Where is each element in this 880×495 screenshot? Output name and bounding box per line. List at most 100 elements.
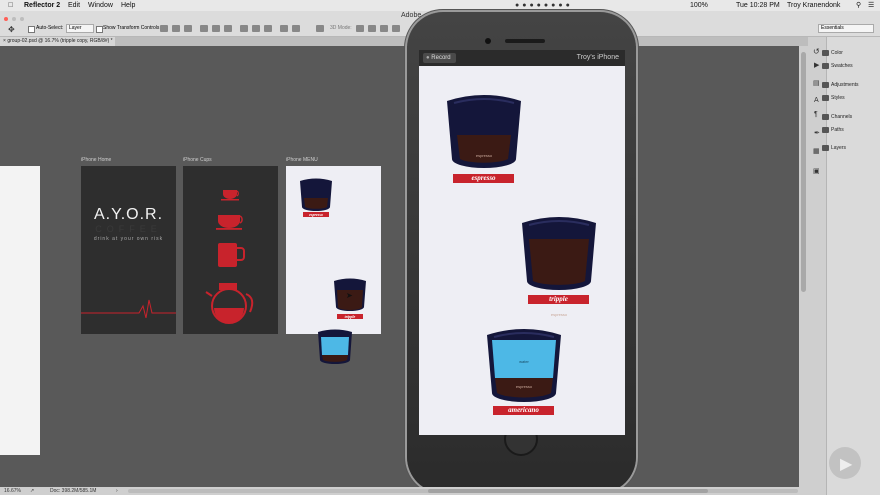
panel-paths[interactable]: Paths [831, 127, 844, 133]
distribute-right-icon[interactable] [292, 25, 300, 32]
auto-select-checkbox[interactable] [28, 26, 35, 33]
zoom-level[interactable]: 16.67% [4, 487, 21, 495]
mini-tripple-label[interactable]: tripple [337, 314, 363, 319]
artboard-label-cups[interactable]: iPhone Cups [183, 157, 212, 163]
menu-edit[interactable]: Edit [68, 0, 80, 11]
right-panel-dock: ↺ ▶ ▤ A ¶ ✒ ▦ ▣ Color Swatches Adjustmen… [808, 37, 880, 495]
brush-icon[interactable]: ✒ [814, 129, 820, 137]
adjustments-icon[interactable] [822, 82, 829, 88]
styles-icon[interactable] [822, 95, 829, 101]
layers-icon[interactable] [822, 145, 829, 151]
play-overlay-button[interactable]: ▶ [829, 447, 861, 479]
heartbeat-line-icon [81, 299, 176, 318]
status-icons[interactable]: ●●●●●●●● [515, 0, 573, 11]
user-name[interactable]: Troy Kranendonk [787, 0, 840, 11]
paths-icon[interactable] [822, 127, 829, 133]
3d-pan-icon[interactable] [380, 25, 388, 32]
artboard-home[interactable]: A.Y.O.R. COFFEE drink at your own risk [81, 166, 176, 334]
mini-americano-cup-icon [318, 329, 352, 364]
status-share-icon[interactable]: ↗ [30, 487, 34, 495]
panel-swatches[interactable]: Swatches [831, 63, 853, 69]
panel-adjustments[interactable]: Adjustments [831, 82, 859, 88]
color-icon[interactable] [822, 50, 829, 56]
brand-word: COFFEE [95, 224, 162, 234]
menu-window[interactable]: Window [88, 0, 113, 11]
front-camera-icon [485, 38, 491, 44]
artboard-label-menu[interactable]: iPhone MENU [286, 157, 318, 163]
character-icon[interactable]: A [814, 97, 819, 104]
canvas-horizontal-scrollbar[interactable] [128, 489, 798, 493]
properties-icon[interactable]: ▤ [813, 79, 820, 87]
doc-tab-close-icon[interactable]: × [3, 38, 6, 44]
search-icon[interactable]: ⚲ [856, 0, 861, 11]
distribute-left-icon[interactable] [280, 25, 288, 32]
swatches-icon[interactable] [822, 63, 829, 69]
workspace-select[interactable]: Essentials [818, 24, 874, 33]
artboard-menu[interactable]: espresso tripple ➤ [286, 166, 381, 334]
panel-layers[interactable]: Layers [831, 145, 846, 151]
mini-espresso-label[interactable]: espresso [303, 212, 329, 217]
clock[interactable]: Tue 10:28 PM [736, 0, 780, 11]
doc-tab[interactable]: × group-02.psd @ 16.7% (tripple copy, RG… [0, 37, 115, 46]
3d-roll-icon[interactable] [368, 25, 376, 32]
panel-color[interactable]: Color [831, 50, 843, 56]
distribute-middle-icon[interactable] [252, 25, 260, 32]
app-menu[interactable]: Reflector 2 [24, 0, 60, 11]
mug-icon [218, 243, 245, 267]
transform-controls-checkbox[interactable] [96, 26, 103, 33]
status-bar: 16.67% ↗ Doc: 398.2M/585.1M › [0, 487, 808, 495]
artboard-partial[interactable] [0, 166, 40, 455]
paragraph-icon[interactable]: ¶ [814, 111, 818, 118]
distribute-top-icon[interactable] [240, 25, 248, 32]
apple-icon[interactable]:  [8, 0, 13, 11]
phone-screen[interactable]: espresso espresso espresso tripple water… [419, 66, 625, 435]
close-window-button[interactable] [4, 17, 8, 21]
3d-icon[interactable]: ▣ [813, 167, 820, 175]
americano-menu-label[interactable]: americano [493, 406, 554, 415]
brand-tagline: drink at your own risk [93, 236, 164, 242]
history-icon[interactable]: ↺ [813, 47, 820, 56]
speaker-grille [505, 39, 545, 43]
channels-icon[interactable] [822, 114, 829, 120]
list-icon[interactable]: ☰ [868, 0, 874, 11]
canvas[interactable]: iPhone Home A.Y.O.R. COFFEE drink at you… [0, 12, 808, 493]
3d-slide-icon[interactable] [392, 25, 400, 32]
actions-icon[interactable]: ▶ [814, 61, 819, 69]
doc-tab-title: group-02.psd @ 16.7% (tripple copy, RGB/… [7, 38, 113, 44]
align-right-icon[interactable] [184, 25, 192, 32]
status-menu-icon[interactable]: › [116, 487, 118, 495]
align-middle-icon[interactable] [212, 25, 220, 32]
distribute-bottom-icon[interactable] [264, 25, 272, 32]
align-left-icon[interactable] [160, 25, 168, 32]
scrollbar-thumb[interactable] [801, 52, 806, 292]
minimize-window-button[interactable] [12, 17, 16, 21]
record-dot-icon: ● [426, 55, 430, 61]
zoom-window-button[interactable] [20, 17, 24, 21]
device-name: Troy's iPhone [576, 54, 619, 61]
align-center-icon[interactable] [172, 25, 180, 32]
artboard-label-home[interactable]: iPhone Home [81, 157, 111, 163]
record-button[interactable]: ● Record [423, 53, 456, 63]
brand-title: A.Y.O.R. [93, 206, 164, 223]
layer-select[interactable]: Layer [66, 24, 94, 33]
tripple-menu-label[interactable]: tripple [528, 295, 589, 304]
horizontal-scrollbar-thumb[interactable] [428, 489, 708, 493]
3d-rotate-icon[interactable] [356, 25, 364, 32]
doc-size[interactable]: Doc: 398.2M/585.1M [50, 487, 96, 495]
mini-espresso-cup-icon [300, 178, 332, 211]
align-bottom-icon[interactable] [224, 25, 232, 32]
auto-align-icon[interactable] [316, 25, 324, 32]
cursor-icon: ➤ [346, 291, 353, 300]
canvas-vertical-scrollbar[interactable] [799, 46, 808, 487]
move-tool-icon[interactable]: ✥ [8, 25, 15, 34]
cup-icon [216, 215, 243, 230]
clone-source-icon[interactable]: ▦ [813, 147, 820, 155]
panel-styles[interactable]: Styles [831, 95, 845, 101]
menu-help[interactable]: Help [121, 0, 135, 11]
align-top-icon[interactable] [200, 25, 208, 32]
battery-level[interactable]: 100% [690, 0, 708, 11]
play-icon: ▶ [840, 456, 853, 473]
espresso-menu-label[interactable]: espresso [453, 174, 514, 183]
artboard-cups[interactable] [183, 166, 278, 334]
panel-channels[interactable]: Channels [831, 114, 852, 120]
